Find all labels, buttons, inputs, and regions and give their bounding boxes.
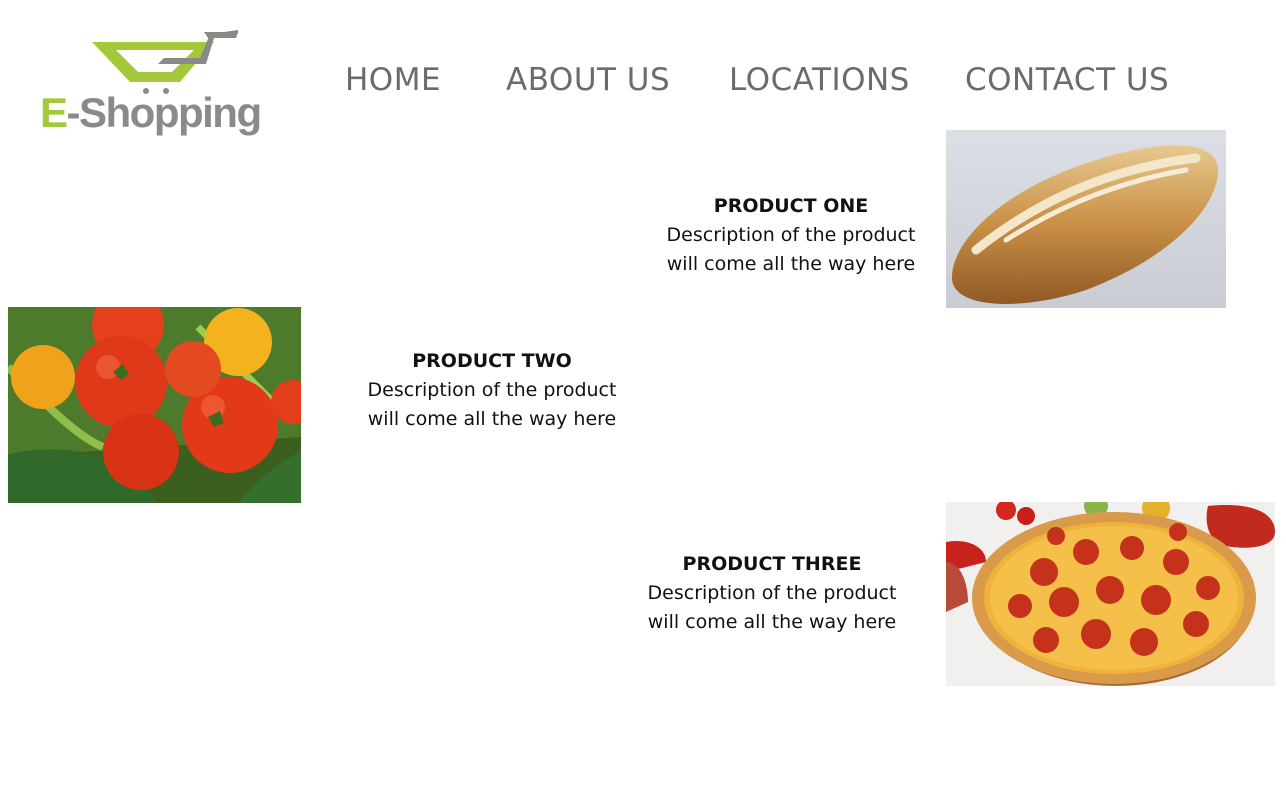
product-three-info: PRODUCT THREE Description of the product… — [620, 549, 924, 637]
product-two-info: PRODUCT TWO Description of the product w… — [340, 346, 644, 434]
pizza-image[interactable] — [946, 502, 1275, 686]
vegetables-image[interactable] — [8, 307, 301, 503]
product-three-desc-line1: Description of the product — [647, 582, 897, 604]
product-one-desc-line2: will come all the way here — [666, 253, 916, 275]
main-nav: HOME ABOUT US LOCATIONS CONTACT US — [0, 60, 1286, 104]
product-two-desc-line2: will come all the way here — [367, 408, 617, 430]
product-one-info: PRODUCT ONE Description of the product w… — [640, 191, 942, 279]
nav-home[interactable]: HOME — [345, 60, 441, 100]
product-two-title[interactable]: PRODUCT TWO — [340, 346, 644, 376]
bread-image[interactable] — [946, 130, 1226, 308]
product-one-desc-line1: Description of the product — [666, 224, 916, 246]
product-two-desc-line1: Description of the product — [367, 379, 617, 401]
nav-locations[interactable]: LOCATIONS — [729, 60, 910, 100]
nav-contact-us[interactable]: CONTACT US — [965, 60, 1169, 100]
product-three-title[interactable]: PRODUCT THREE — [620, 549, 924, 579]
nav-about-us[interactable]: ABOUT US — [506, 60, 670, 100]
product-three-desc-line2: will come all the way here — [647, 611, 897, 633]
product-one-title[interactable]: PRODUCT ONE — [640, 191, 942, 221]
